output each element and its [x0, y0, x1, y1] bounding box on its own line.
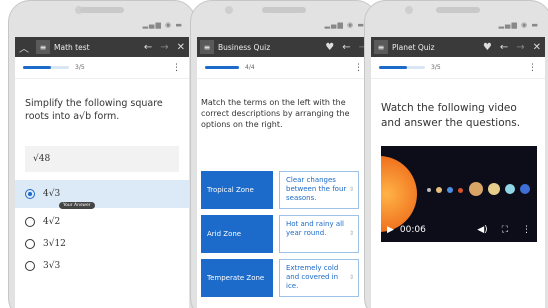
more-vert-icon[interactable]: ⋮ — [354, 63, 363, 73]
close-icon[interactable]: ✕ — [529, 42, 545, 53]
radio[interactable] — [25, 238, 35, 249]
video-controls: ▶ 00:06 ◀) ⛶ ⋮ — [381, 224, 537, 236]
phone-math: ▂▄▆ ◉ ▬ ︿ ≡ Math test ← → ✕ 3/5 ⋮ Simpli… — [8, 0, 196, 308]
speaker — [80, 7, 124, 13]
drag-handle-icon[interactable]: ⇕ — [349, 230, 354, 238]
chevron-up-icon[interactable]: ︿ — [15, 40, 33, 55]
status-icons: ▂▄▆ ◉ ▬ — [498, 21, 539, 29]
screen-business: ≡ Business Quiz ♥ ← → 4/4 ⋮ Match the te… — [197, 37, 371, 308]
description-text: Clear changes between the four seasons. — [286, 175, 347, 202]
forward-arrow-icon[interactable]: → — [156, 42, 172, 53]
status-icons: ▂▄▆ ◉ ▬ — [324, 21, 365, 29]
volume-icon[interactable]: ◀) — [477, 225, 487, 235]
phone-business: ▂▄▆ ◉ ▬ ≡ Business Quiz ♥ ← → 4/4 ⋮ Matc… — [190, 0, 378, 308]
radio-selected[interactable] — [25, 188, 35, 199]
progress-count: 4/4 — [245, 64, 255, 71]
progress-fill — [205, 66, 239, 69]
progress-bar — [23, 66, 69, 69]
sun-image — [381, 156, 417, 233]
screen-planet: ≡ Planet Quiz ♥ ← → ✕ 3/5 ⋮ Watch the fo… — [371, 37, 545, 308]
answer-option-1[interactable]: 4√3 Your Answer — [15, 179, 189, 209]
progress-count: 3/5 — [431, 64, 441, 71]
option-label: 4√2 — [43, 216, 61, 227]
option-label: 3√12 — [43, 238, 66, 249]
close-icon[interactable]: ✕ — [173, 42, 189, 53]
screen-math: ︿ ≡ Math test ← → ✕ 3/5 ⋮ Simplify the f… — [15, 37, 189, 308]
back-arrow-icon[interactable]: ← — [338, 42, 354, 53]
progress-bar — [379, 66, 425, 69]
term-tile: Tropical Zone — [201, 170, 273, 209]
progress-bar — [205, 66, 239, 69]
quiz-title: Business Quiz — [218, 42, 271, 52]
more-vert-icon[interactable]: ⋮ — [172, 63, 181, 73]
option-label: 3√3 — [43, 260, 61, 271]
progress-fill — [23, 66, 51, 69]
question-text: Simplify the following square roots into… — [25, 98, 163, 123]
match-row-1: Tropical Zone Clear changes between the … — [197, 170, 371, 209]
match-row-3: Temperate Zone Extremely cold and covere… — [197, 258, 371, 297]
planet-dot — [458, 188, 463, 194]
menu-icon[interactable]: ≡ — [374, 40, 388, 54]
radio[interactable] — [25, 260, 35, 271]
more-vert-icon[interactable]: ⋮ — [522, 225, 531, 235]
fullscreen-icon[interactable]: ⛶ — [502, 225, 508, 235]
progress-row: 3/5 ⋮ — [371, 57, 545, 79]
planet-dot — [488, 183, 500, 196]
play-icon[interactable]: ▶ — [387, 225, 394, 235]
more-vert-icon[interactable]: ⋮ — [528, 63, 537, 73]
quiz-title: Math test — [54, 42, 90, 52]
phone-planet: ▂▄▆ ◉ ▬ ≡ Planet Quiz ♥ ← → ✕ 3/5 ⋮ Watc… — [364, 0, 548, 308]
description-text: Extremely cold and covered in ice. — [286, 263, 339, 290]
menu-icon[interactable]: ≡ — [200, 40, 214, 54]
planet-dot — [469, 182, 483, 197]
quiz-title: Planet Quiz — [392, 42, 435, 52]
status-icons: ▂▄▆ ◉ ▬ — [142, 21, 183, 29]
video-player[interactable]: ▶ 00:06 ◀) ⛶ ⋮ — [381, 146, 537, 243]
planet-dot — [520, 184, 530, 195]
answer-option-4[interactable]: 3√3 — [15, 252, 189, 280]
progress-row: 3/5 ⋮ — [15, 57, 189, 79]
progress-fill — [379, 66, 407, 69]
menu-icon[interactable]: ≡ — [36, 40, 50, 54]
speaker — [436, 7, 480, 13]
video-time: 00:06 — [399, 225, 426, 236]
top-bar: ︿ ≡ Math test ← → ✕ — [15, 37, 189, 57]
back-arrow-icon[interactable]: ← — [496, 42, 512, 53]
drag-handle-icon[interactable]: ⇕ — [349, 274, 354, 282]
speaker — [262, 7, 306, 13]
radio[interactable] — [25, 216, 35, 227]
planet-dot — [436, 187, 442, 194]
option-label: 4√3 — [43, 188, 61, 199]
back-arrow-icon[interactable]: ← — [140, 42, 156, 53]
description-tile[interactable]: Extremely cold and covered in ice. ⇕ — [279, 258, 359, 297]
heart-icon[interactable]: ♥ — [479, 42, 496, 53]
top-bar: ≡ Business Quiz ♥ ← → — [197, 37, 371, 57]
camera-dot — [405, 6, 413, 14]
description-tile[interactable]: Clear changes between the four seasons. ⇕ — [279, 170, 359, 209]
question-text: Match the terms on the left with the cor… — [201, 98, 350, 130]
drag-handle-icon[interactable]: ⇕ — [349, 186, 354, 194]
term-tile: Arid Zone — [201, 214, 273, 253]
forward-arrow-icon[interactable]: → — [512, 42, 528, 53]
description-text: Hot and rainy all year round. — [286, 219, 345, 237]
planet-dot — [447, 187, 453, 194]
description-tile[interactable]: Hot and rainy all year round. ⇕ — [279, 214, 359, 253]
progress-count: 3/5 — [75, 64, 85, 71]
top-bar: ≡ Planet Quiz ♥ ← → ✕ — [371, 37, 545, 57]
question-text: Watch the following video and answer the… — [381, 102, 521, 129]
progress-row: 4/4 ⋮ — [197, 57, 371, 79]
term-tile: Temperate Zone — [201, 258, 273, 297]
match-row-2: Arid Zone Hot and rainy all year round. ⇕ — [197, 214, 371, 253]
expression-box: √48 — [25, 145, 179, 172]
planet-dot — [505, 184, 515, 195]
camera-dot — [225, 6, 233, 14]
heart-icon[interactable]: ♥ — [321, 42, 338, 53]
planet-dot — [427, 188, 431, 193]
